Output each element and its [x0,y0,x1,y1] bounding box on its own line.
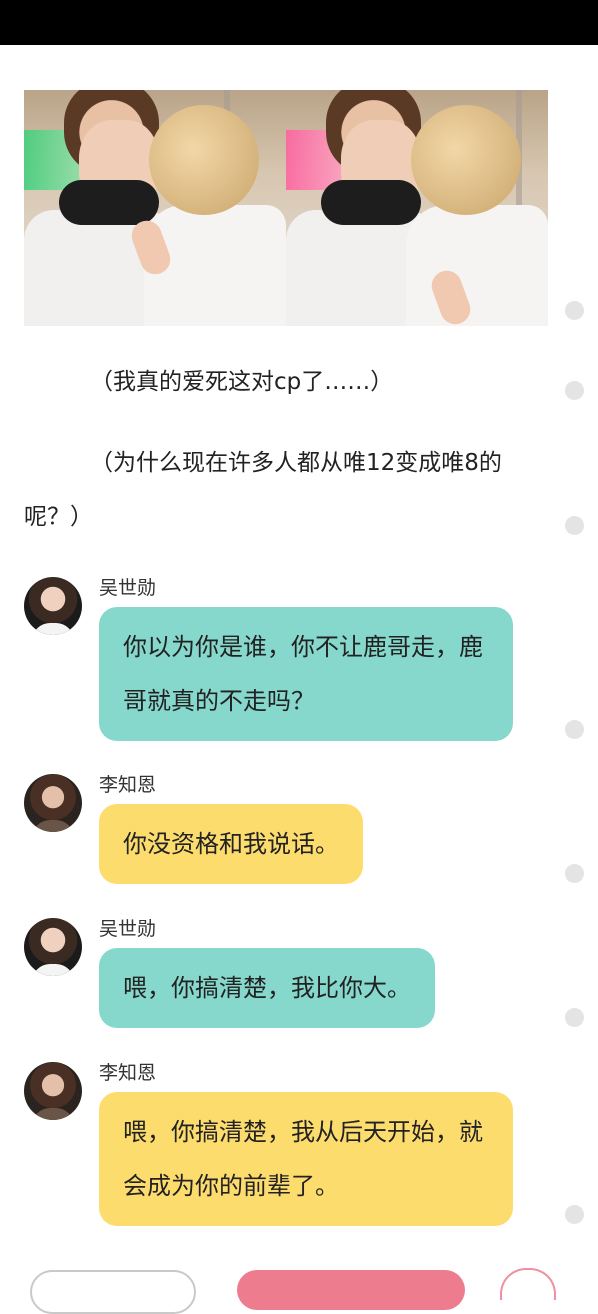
message-bubble[interactable]: 你以为你是谁，你不让鹿哥走，鹿哥就真的不走吗？ [99,607,513,741]
circle-dot-icon[interactable] [565,1008,584,1027]
narration-text: （我真的爱死这对cp了……） [90,369,394,395]
status-bar [0,0,598,45]
sender-name: 李知恩 [99,1062,157,1084]
avatar[interactable] [24,774,82,832]
narration-text: （为什么现在许多人都从唯12变成唯8的呢？） [24,450,502,530]
message-bubble[interactable]: 你没资格和我说话。 [99,804,363,884]
circle-dot-icon[interactable] [565,381,584,400]
photo-right [286,90,548,326]
bottom-action-button[interactable] [30,1270,196,1314]
circle-dot-icon[interactable] [565,516,584,535]
circle-dot-icon[interactable] [565,864,584,883]
avatar[interactable] [24,577,82,635]
circle-dot-icon[interactable] [565,1205,584,1224]
avatar[interactable] [24,1062,82,1120]
circle-dot-icon[interactable] [565,720,584,739]
bottom-primary-button[interactable] [237,1270,465,1310]
story-image[interactable] [24,90,548,326]
sender-name: 吴世勋 [99,918,157,940]
message-bubble[interactable]: 喂，你搞清楚，我比你大。 [99,948,435,1028]
heart-badge-icon[interactable] [500,1268,556,1300]
avatar[interactable] [24,918,82,976]
sender-name: 吴世勋 [99,577,157,599]
message-bubble[interactable]: 喂，你搞清楚，我从后天开始，就会成为你的前辈了。 [99,1092,513,1226]
photo-left [24,90,286,326]
circle-dot-icon[interactable] [565,301,584,320]
sender-name: 李知恩 [99,774,157,796]
